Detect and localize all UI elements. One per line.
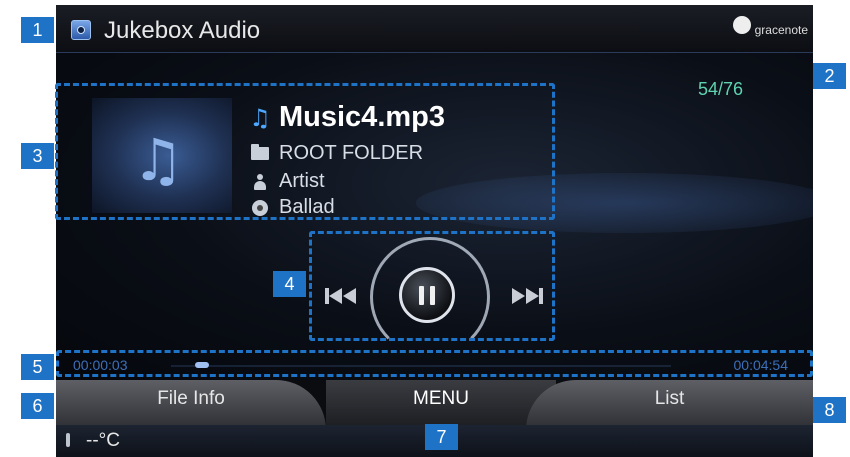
menu-button[interactable]: MENU	[326, 380, 556, 430]
menu-label: MENU	[413, 388, 469, 409]
callout-frame-3	[55, 83, 555, 220]
callout-7: 7	[425, 424, 458, 450]
callout-1: 1	[21, 17, 54, 43]
gracenote-label: gracenote	[754, 23, 808, 37]
audio-source-icon	[71, 20, 91, 40]
callout-3: 3	[21, 143, 54, 169]
temperature-readout: --°C	[86, 430, 120, 451]
callout-6: 6	[21, 393, 54, 419]
file-info-button[interactable]: File Info	[56, 380, 326, 430]
title-bar: Jukebox Audio gracenote	[56, 5, 813, 53]
list-label: List	[654, 388, 685, 409]
callout-2: 2	[813, 63, 846, 89]
track-counter: 54/76	[697, 79, 743, 99]
file-info-label: File Info	[157, 388, 225, 409]
bottom-tab-bar: MENU File Info List	[56, 380, 813, 430]
callout-frame-4	[309, 231, 555, 341]
gracenote-logo: gracenote	[732, 16, 808, 37]
callout-frame-5	[56, 350, 813, 377]
list-button[interactable]: List	[526, 380, 813, 430]
callout-8: 8	[813, 397, 846, 423]
callout-5: 5	[21, 354, 54, 380]
thermometer-icon	[66, 433, 70, 447]
gracenote-icon	[732, 16, 751, 34]
app-title: Jukebox Audio	[104, 17, 261, 44]
callout-4: 4	[273, 271, 306, 297]
